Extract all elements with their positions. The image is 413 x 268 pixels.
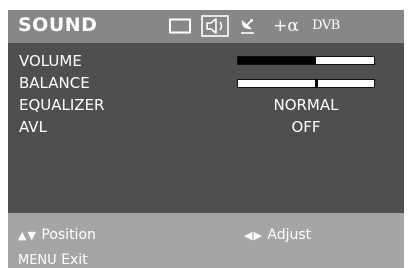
position-hint: ▲▼ Position <box>18 226 96 245</box>
volume-slider[interactable] <box>237 56 375 65</box>
position-hint-label: Position <box>41 227 96 243</box>
volume-level-fill <box>238 57 316 64</box>
avl-value[interactable]: OFF <box>237 118 375 136</box>
exit-hint: MENU Exit <box>18 251 88 268</box>
avl-label: AVL <box>19 118 47 136</box>
menu-header: SOUND +α DVB <box>8 10 404 43</box>
left-right-arrows-icon: ◀▶ <box>244 229 263 242</box>
dvb-icon: DVB <box>312 18 340 33</box>
settings-panel: VOLUME BALANCE EQUALIZER NORMAL AVL OFF <box>8 43 404 213</box>
tv-osd-screen: SOUND +α DVB VOLUME BALANCE EQUALIZER NO… <box>0 0 413 268</box>
balance-slider[interactable] <box>237 79 375 88</box>
screen-icon <box>169 18 191 34</box>
equalizer-label: EQUALIZER <box>19 96 105 114</box>
tab-features[interactable]: +α <box>270 15 302 37</box>
adjust-hint-label: Adjust <box>267 227 312 243</box>
tab-dvb[interactable]: DVB <box>311 15 341 37</box>
equalizer-value[interactable]: NORMAL <box>237 96 375 114</box>
tab-sound[interactable] <box>200 15 230 37</box>
adjust-hint: ◀▶ Adjust <box>244 226 311 245</box>
balance-label: BALANCE <box>19 74 90 92</box>
menu-title: SOUND <box>18 14 98 36</box>
volume-label: VOLUME <box>19 52 82 70</box>
sound-menu: SOUND +α DVB VOLUME BALANCE EQUALIZER NO… <box>8 10 404 268</box>
plus-alpha-icon: +α <box>273 16 299 36</box>
balance-position-marker <box>314 79 318 88</box>
tab-picture[interactable] <box>167 15 193 37</box>
up-down-arrows-icon: ▲▼ <box>18 229 37 242</box>
tab-tuning[interactable] <box>236 15 258 37</box>
speaker-icon <box>201 15 229 37</box>
satellite-dish-icon <box>238 17 256 35</box>
menu-key-label: MENU <box>18 253 57 268</box>
help-bar: ▲▼ Position ◀▶ Adjust MENU Exit <box>8 213 404 268</box>
exit-hint-label: Exit <box>61 252 88 268</box>
